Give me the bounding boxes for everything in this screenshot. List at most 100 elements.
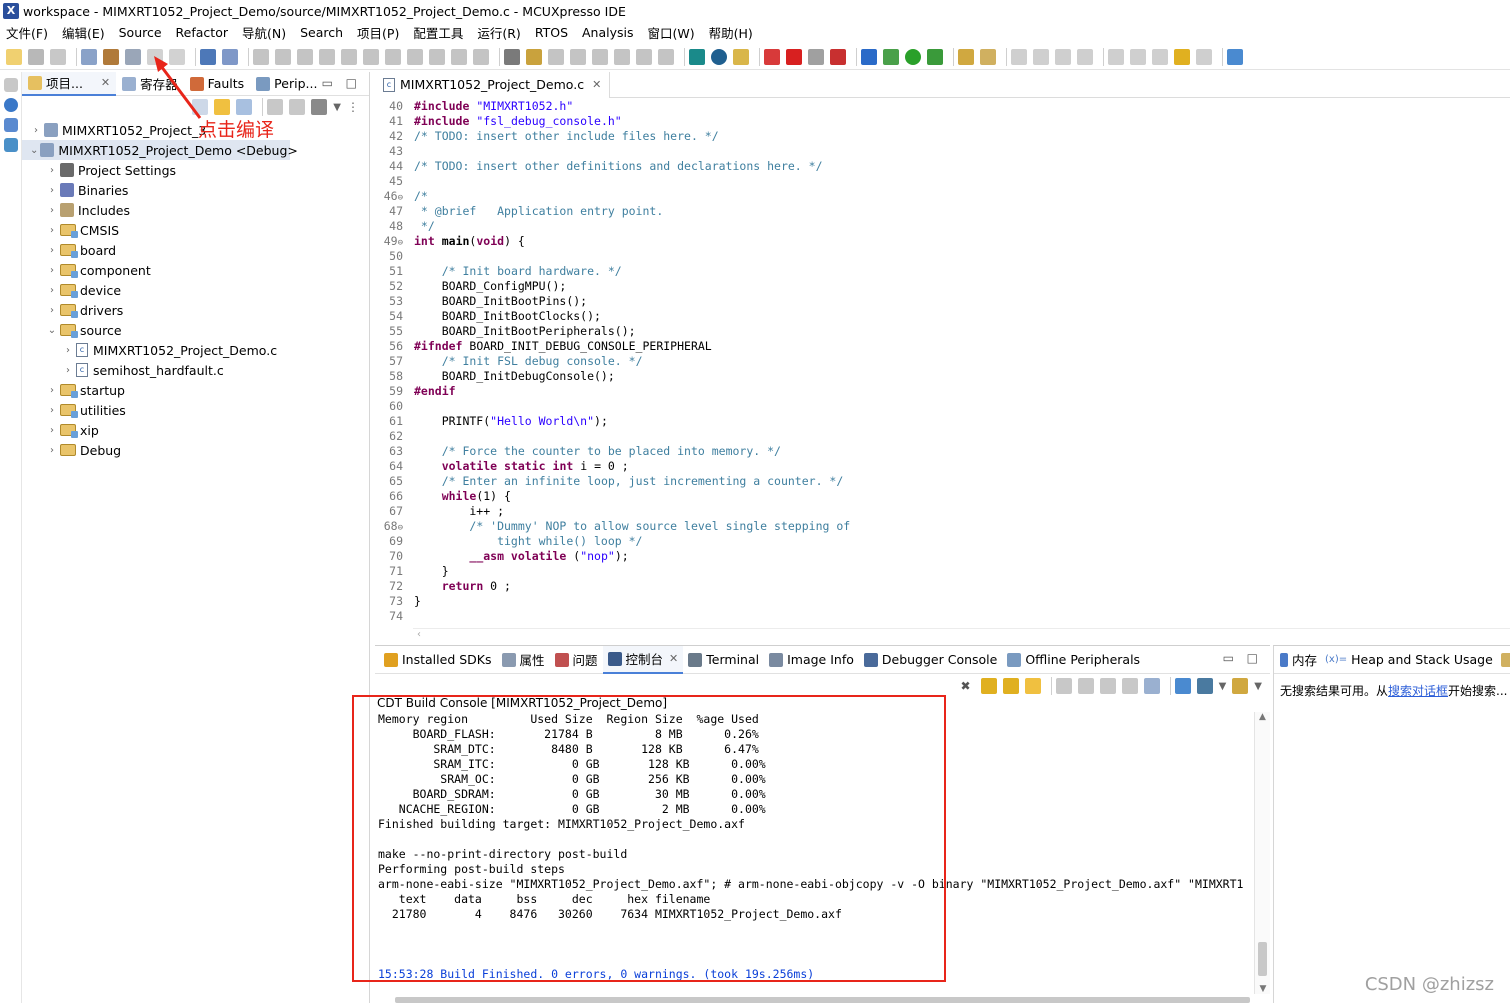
tree-item-component[interactable]: › component bbox=[22, 260, 369, 280]
tree-item-binaries[interactable]: › Binaries bbox=[22, 180, 369, 200]
expand-arrow-icon[interactable]: › bbox=[46, 185, 58, 196]
list-icon[interactable] bbox=[504, 48, 520, 65]
quickstart-icon[interactable] bbox=[4, 98, 18, 112]
tab-console[interactable]: 控制台 ✕ bbox=[602, 645, 684, 674]
menu-navigate[interactable]: 导航(N) bbox=[242, 23, 286, 42]
tab-installed-sdks[interactable]: Installed SDKs bbox=[379, 646, 497, 674]
tree-item-includes[interactable]: › Includes bbox=[22, 200, 369, 220]
block-select-icon[interactable] bbox=[1055, 48, 1071, 65]
probe-icon[interactable] bbox=[786, 48, 802, 65]
expand-arrow-icon[interactable]: › bbox=[46, 305, 58, 316]
fold-icon[interactable]: ⊖ bbox=[398, 238, 403, 248]
expand-arrow-icon[interactable]: › bbox=[46, 205, 58, 216]
clear-console-icon[interactable]: ✖ bbox=[961, 679, 971, 693]
tree-item-device[interactable]: › device bbox=[22, 280, 369, 300]
breakpoints-icon[interactable] bbox=[4, 138, 18, 152]
grid-icon[interactable] bbox=[267, 99, 284, 115]
back-icon[interactable] bbox=[1174, 48, 1190, 65]
expand-arrow-icon[interactable]: › bbox=[30, 125, 42, 136]
editor-tab-main-c[interactable]: c MIMXRT1052_Project_Demo.c ✕ bbox=[375, 71, 611, 98]
scroll-lock-icon[interactable] bbox=[1055, 678, 1072, 694]
menu-refactor[interactable]: Refactor bbox=[176, 25, 228, 40]
display-selected-console-icon[interactable] bbox=[1143, 678, 1160, 694]
variables-icon[interactable] bbox=[614, 48, 630, 65]
chevron-down-icon[interactable]: ▼ bbox=[1255, 984, 1271, 994]
minimize-icon[interactable]: ▭ bbox=[322, 76, 333, 90]
console-vertical-scrollbar[interactable]: ▲ ▼ bbox=[1254, 712, 1270, 994]
last-edit-icon[interactable] bbox=[1152, 48, 1168, 65]
expand-arrow-icon[interactable]: › bbox=[46, 245, 58, 256]
chevron-down-icon[interactable]: ▼ bbox=[1254, 681, 1262, 692]
menu-file[interactable]: 文件(F) bbox=[6, 23, 48, 42]
menu-source[interactable]: Source bbox=[119, 25, 162, 40]
word-wrap-icon[interactable] bbox=[1077, 678, 1094, 694]
expression-icon[interactable] bbox=[636, 48, 652, 65]
expand-arrow-icon[interactable]: › bbox=[46, 425, 58, 436]
memory-icon[interactable] bbox=[548, 48, 564, 65]
tab-properties[interactable]: 属性 bbox=[497, 646, 550, 674]
disconnect-icon[interactable] bbox=[319, 48, 335, 65]
binary-icon[interactable] bbox=[125, 48, 141, 65]
tree-item-project-demo[interactable]: ⌄ MIMXRT1052_Project_Demo <Debug> bbox=[22, 140, 298, 160]
run-to-line-icon[interactable] bbox=[473, 48, 489, 65]
minimize-icon[interactable]: ▭ bbox=[1223, 651, 1234, 665]
link-icon[interactable] bbox=[1024, 678, 1041, 694]
watch-icon[interactable] bbox=[526, 48, 542, 65]
menu-edit[interactable]: 编辑(E) bbox=[62, 23, 105, 42]
expand-arrow-icon[interactable]: › bbox=[62, 365, 74, 376]
collapse-arrow-icon[interactable]: ⌄ bbox=[30, 145, 38, 156]
breakpoint-icon[interactable] bbox=[658, 48, 674, 65]
resume-icon[interactable] bbox=[253, 48, 269, 65]
expand-arrow-icon[interactable]: › bbox=[46, 265, 58, 276]
tree-item-xip[interactable]: › xip bbox=[22, 420, 369, 440]
terminate-icon[interactable] bbox=[297, 48, 313, 65]
editor-horizontal-scrollbar[interactable]: ‹ bbox=[413, 628, 1510, 642]
new-icon[interactable] bbox=[6, 48, 22, 65]
tree-item-drivers[interactable]: › drivers bbox=[22, 300, 369, 320]
tree-item-main-c[interactable]: › c MIMXRT1052_Project_Demo.c bbox=[22, 340, 369, 360]
fold-icon[interactable]: ⊖ bbox=[398, 523, 403, 533]
menu-analysis[interactable]: Analysis bbox=[582, 25, 634, 40]
mcuxpresso-x-icon[interactable] bbox=[689, 48, 705, 65]
toggle-mark-icon[interactable] bbox=[1033, 48, 1049, 65]
suspend-icon[interactable] bbox=[275, 48, 291, 65]
menu-project[interactable]: 项目(P) bbox=[357, 23, 399, 42]
tree-item-cmsis[interactable]: › CMSIS bbox=[22, 220, 369, 240]
chevron-up-icon[interactable]: ▲ bbox=[1255, 712, 1270, 722]
trace-icon[interactable] bbox=[570, 48, 586, 65]
task-icon[interactable] bbox=[980, 48, 996, 65]
run-icon[interactable] bbox=[905, 48, 921, 65]
new-console-icon[interactable] bbox=[1196, 678, 1213, 694]
debug-bug-icon[interactable] bbox=[861, 48, 877, 65]
maximize-icon[interactable]: □ bbox=[346, 76, 357, 90]
registers-icon[interactable] bbox=[592, 48, 608, 65]
expand-arrow-icon[interactable]: › bbox=[46, 285, 58, 296]
task-icon[interactable] bbox=[1500, 652, 1510, 667]
tab-problems[interactable]: 问题 bbox=[550, 646, 603, 674]
tab-image-info[interactable]: Image Info bbox=[764, 646, 859, 674]
tab-terminal[interactable]: Terminal bbox=[683, 646, 764, 674]
globe-icon[interactable] bbox=[711, 48, 727, 65]
menu-config-tools[interactable]: 配置工具 bbox=[413, 23, 463, 42]
pointer-icon[interactable] bbox=[222, 48, 238, 65]
tree-item-source[interactable]: ⌄ source bbox=[22, 320, 369, 340]
save-icon[interactable] bbox=[28, 48, 44, 65]
close-icon[interactable]: ✕ bbox=[101, 76, 110, 89]
tree-item-startup[interactable]: › startup bbox=[22, 380, 369, 400]
build-console-output[interactable]: Memory region Used Size Region Size %age… bbox=[378, 712, 1250, 994]
settings-icon[interactable] bbox=[81, 48, 97, 65]
chevron-down-icon[interactable]: ▼ bbox=[333, 102, 341, 113]
close-icon[interactable]: ✕ bbox=[669, 652, 678, 665]
expand-arrow-icon[interactable]: › bbox=[46, 445, 58, 456]
scroll-up-icon[interactable] bbox=[1002, 678, 1019, 694]
collapse-arrow-icon[interactable]: ⌄ bbox=[46, 325, 58, 336]
fold-icon[interactable]: ⊖ bbox=[398, 193, 403, 203]
step-over-icon[interactable] bbox=[363, 48, 379, 65]
menu-rtos[interactable]: RTOS bbox=[535, 25, 568, 40]
instruction-step-icon[interactable] bbox=[407, 48, 423, 65]
console-horizontal-scrollbar[interactable] bbox=[395, 997, 1250, 1003]
scrollbar-thumb[interactable] bbox=[1258, 942, 1267, 976]
reset-icon[interactable] bbox=[451, 48, 467, 65]
tree-item-utilities[interactable]: › utilities bbox=[22, 400, 369, 420]
menu-search[interactable]: Search bbox=[300, 25, 343, 40]
